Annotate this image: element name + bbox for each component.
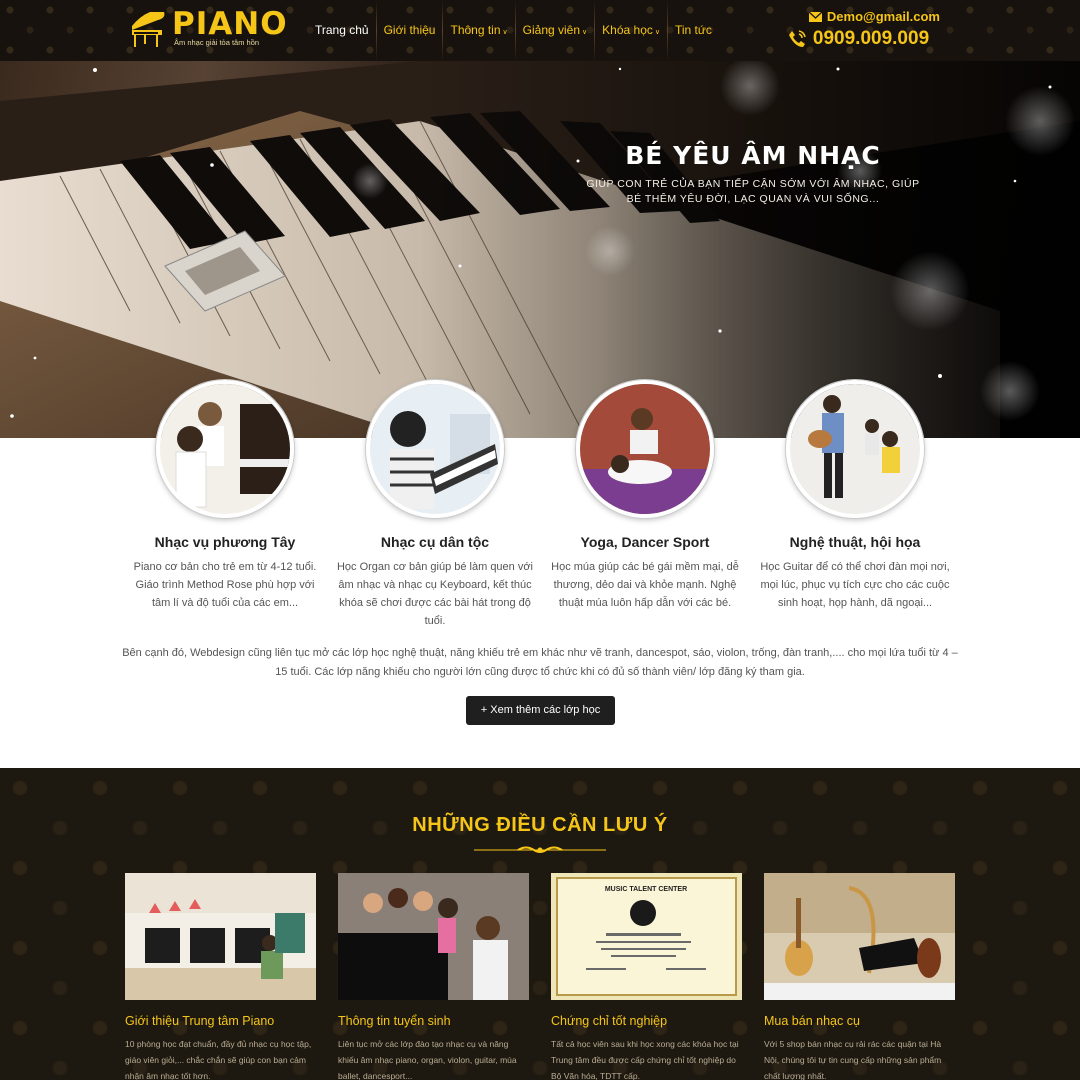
phone-icon <box>788 30 806 47</box>
chevron-down-icon: ∨ <box>582 29 588 36</box>
contact-email[interactable]: Demo@gmail.com <box>808 9 940 24</box>
card-instrument-shop[interactable]: Mua bán nhạc cụ Với 5 shop bán nhạc cụ r… <box>764 873 955 1080</box>
card-admission[interactable]: Thông tin tuyển sinh Liên tục mở các lớp… <box>338 873 529 1080</box>
feature-traditional-music[interactable]: Nhạc cụ dân tộc Học Organ cơ bản giúp bé… <box>330 380 540 630</box>
card-image <box>764 873 955 1000</box>
feature-title: Nhạc cụ dân tộc <box>380 534 490 550</box>
chevron-down-icon: ∨ <box>654 29 660 36</box>
feature-title: Yoga, Dancer Sport <box>580 534 710 550</box>
feature-desc: Học Organ cơ bản giúp bé làm quen với âm… <box>336 561 534 627</box>
hero-title: BÉ YÊU ÂM NHẠC <box>625 141 881 170</box>
mail-icon <box>808 11 822 22</box>
card-desc: Với 5 shop bán nhạc cụ rải rác các quận … <box>764 1039 942 1080</box>
logo-text: PIANO <box>172 6 288 42</box>
feature-western-music[interactable]: Nhạc vụ phương Tây Piano cơ bản cho trẻ … <box>120 380 330 630</box>
feature-image <box>156 380 294 518</box>
card-desc: Tất cả học viên sau khi học xong các khó… <box>551 1039 739 1080</box>
nav-home[interactable]: Trang chủ <box>308 0 376 61</box>
certificate-heading: MUSIC TALENT CENTER <box>605 886 687 893</box>
feature-image <box>576 380 714 518</box>
feature-yoga-dance[interactable]: Yoga, Dancer Sport Học múa giúp các bé g… <box>540 380 750 630</box>
card-title: Giới thiệu Trung tâm Piano <box>125 1014 275 1028</box>
hero-subtitle: GIÚP CON TRẺ CỦA BẠN TIẾP CẬN SỚM VỚI ÂM… <box>586 178 920 205</box>
nav-info[interactable]: Thông tin ∨ <box>443 0 514 61</box>
chevron-down-icon: ∨ <box>502 29 508 36</box>
feature-desc: Học múa giúp các bé gái mềm mại, dễ thươ… <box>551 561 739 609</box>
card-center-intro[interactable]: Giới thiệu Trung tâm Piano 10 phòng học … <box>125 873 316 1080</box>
logo[interactable]: PIANO Âm nhạc giải tỏa tâm hồn <box>128 6 287 54</box>
header-contact: Demo@gmail.com 0909.009.009 <box>787 9 940 50</box>
feature-image <box>786 380 924 518</box>
logo-tagline: Âm nhạc giải tỏa tâm hồn <box>174 38 260 47</box>
card-desc: 10 phòng học đạt chuẩn, đầy đủ nhạc cụ h… <box>125 1039 312 1080</box>
feature-image <box>366 380 504 518</box>
card-image <box>338 873 529 1000</box>
feature-title: Nhạc vụ phương Tây <box>154 534 296 550</box>
feature-art[interactable]: Nghệ thuật, hội họa Học Guitar để có thể… <box>750 380 960 630</box>
card-image <box>125 873 316 1000</box>
nav-teachers[interactable]: Giảng viên ∨ <box>516 0 595 61</box>
card-image: MUSIC TALENT CENTER <box>551 873 742 1000</box>
nav-about[interactable]: Giới thiệu <box>377 0 443 61</box>
contact-phone[interactable]: 0909.009.009 <box>787 28 940 50</box>
nav-courses[interactable]: Khóa học ∨ <box>595 0 667 61</box>
class-features: Nhạc vụ phương Tây Piano cơ bản cho trẻ … <box>120 380 960 630</box>
card-title: Thông tin tuyển sinh <box>338 1014 451 1028</box>
feature-desc: Học Guitar để có thể chơi đàn mọi nơi, m… <box>760 561 950 609</box>
card-title: Mua bán nhạc cụ <box>764 1014 860 1028</box>
notes-cards: Giới thiệu Trung tâm Piano 10 phòng học … <box>125 873 955 1080</box>
feature-title: Nghệ thuật, hội họa <box>789 534 921 550</box>
card-certificate[interactable]: MUSIC TALENT CENTER Chứng chỉ tốt nghiệp… <box>551 873 742 1080</box>
classes-description: Bên cạnh đó, Webdesign cũng liên tục mở … <box>122 647 958 678</box>
card-desc: Liên tục mở các lớp đào tạo nhạc cụ và n… <box>338 1039 517 1080</box>
feature-desc: Piano cơ bản cho trẻ em từ 4-12 tuổi. Gi… <box>133 561 317 609</box>
site-header: PIANO Âm nhạc giải tỏa tâm hồn Trang chủ… <box>0 0 1080 61</box>
ornament-divider-icon <box>474 846 606 853</box>
grand-piano-icon <box>132 12 165 47</box>
notes-section: NHỮNG ĐIỀU CẦN LƯU Ý Giới thiệu Trung tâ… <box>0 768 1080 1080</box>
nav-news[interactable]: Tin tức <box>668 0 719 61</box>
section-title: NHỮNG ĐIỀU CẦN LƯU Ý <box>412 814 668 836</box>
card-title: Chứng chỉ tốt nghiệp <box>551 1014 668 1028</box>
view-more-classes-button[interactable]: + Xem thêm các lớp học <box>466 696 615 725</box>
main-nav: Trang chủ Giới thiệu Thông tin ∨ Giảng vi… <box>308 0 719 61</box>
